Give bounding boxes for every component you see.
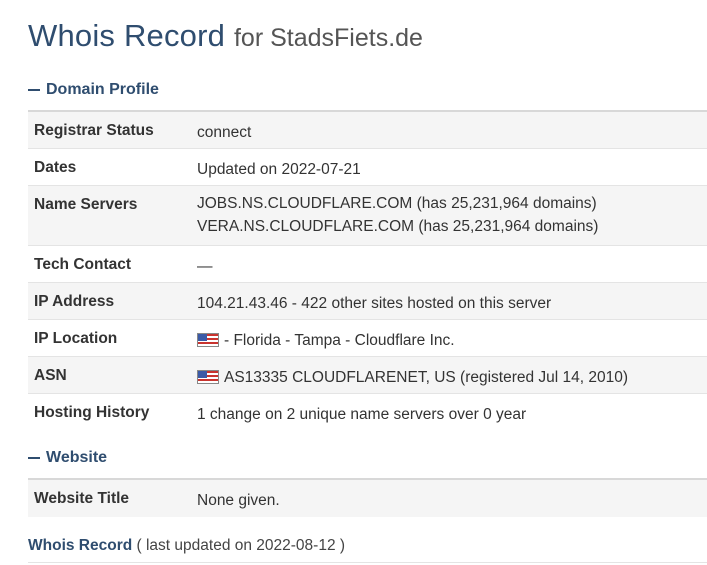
hosting-history-value: 1 change on 2 unique name servers over 0…: [197, 406, 527, 423]
collapse-minus-icon: [28, 457, 40, 459]
table-row: Name Servers JOBS.NS.CLOUDFLARE.COM (has…: [28, 186, 707, 246]
collapse-minus-icon: [28, 89, 40, 91]
tech-contact-value: —: [197, 258, 213, 275]
us-flag-icon: [197, 333, 219, 347]
name-server-1: JOBS.NS.CLOUDFLARE.COM (has 25,231,964 d…: [197, 195, 597, 212]
table-row: IP Address 104.21.43.46 - 422 other site…: [28, 283, 707, 320]
row-label: Name Servers: [34, 196, 138, 213]
ip-address-value: 104.21.43.46 - 422 other sites hosted on…: [197, 295, 552, 312]
row-label: Tech Contact: [34, 256, 132, 273]
domain-profile-table: Registrar Status connect Dates Updated o…: [28, 110, 707, 431]
table-row: Registrar Status connect: [28, 112, 707, 149]
table-row: Hosting History 1 change on 2 unique nam…: [28, 394, 707, 431]
table-row: IP Location - Florida - Tampa - Cloudfla…: [28, 320, 707, 357]
registrar-status-value: connect: [197, 124, 252, 141]
row-label: Registrar Status: [34, 122, 154, 139]
row-value: JOBS.NS.CLOUDFLARE.COM (has 25,231,964 d…: [197, 186, 707, 245]
whois-record-link[interactable]: Whois Record: [28, 537, 132, 554]
divider: [28, 562, 707, 563]
page-title: Whois Record for StadsFiets.de: [28, 17, 423, 54]
ip-location-value: - Florida - Tampa - Cloudflare Inc.: [224, 332, 455, 349]
table-row: ASN AS13335 CLOUDFLARENET, US (registere…: [28, 357, 707, 394]
row-value: —: [197, 246, 707, 282]
website-heading: Website: [46, 449, 108, 466]
name-server-2: VERA.NS.CLOUDFLARE.COM (has 25,231,964 d…: [197, 218, 599, 235]
domain-profile-heading: Domain Profile: [46, 81, 159, 98]
asn-value: AS13335 CLOUDFLARENET, US (registered Ju…: [224, 369, 629, 386]
table-row: Dates Updated on 2022-07-21: [28, 149, 707, 186]
row-label: IP Address: [34, 293, 115, 310]
last-updated-note: ( last updated on 2022-08-12 ): [136, 537, 346, 554]
whois-record-footer: Whois Record ( last updated on 2022-08-1…: [28, 537, 345, 555]
table-row: Tech Contact —: [28, 246, 707, 283]
row-value: 104.21.43.46 - 422 other sites hosted on…: [197, 283, 707, 319]
dates-value: Updated on 2022-07-21: [197, 161, 361, 178]
row-value: None given.: [197, 480, 707, 517]
page-title-domain: for StadsFiets.de: [233, 24, 423, 52]
row-label: IP Location: [34, 330, 118, 347]
asn-line: AS13335 CLOUDFLARENET, US (registered Ju…: [197, 366, 707, 389]
row-value: connect: [197, 112, 707, 148]
row-label: Dates: [34, 159, 77, 176]
row-value: - Florida - Tampa - Cloudflare Inc.: [197, 320, 707, 356]
us-flag-icon: [197, 370, 219, 384]
website-title-value: None given.: [197, 492, 280, 509]
domain-profile-toggle[interactable]: Domain Profile: [28, 79, 159, 101]
row-label: Hosting History: [34, 404, 150, 421]
ip-location-line: - Florida - Tampa - Cloudflare Inc.: [197, 329, 707, 352]
row-value: 1 change on 2 unique name servers over 0…: [197, 394, 707, 431]
row-value: AS13335 CLOUDFLARENET, US (registered Ju…: [197, 357, 707, 393]
row-label: ASN: [34, 367, 67, 384]
row-value: Updated on 2022-07-21: [197, 149, 707, 185]
row-label: Website Title: [34, 490, 130, 507]
website-toggle[interactable]: Website: [28, 447, 107, 469]
table-row: Website Title None given.: [28, 480, 707, 517]
page-title-main: Whois Record: [28, 18, 226, 53]
website-table: Website Title None given.: [28, 478, 707, 517]
